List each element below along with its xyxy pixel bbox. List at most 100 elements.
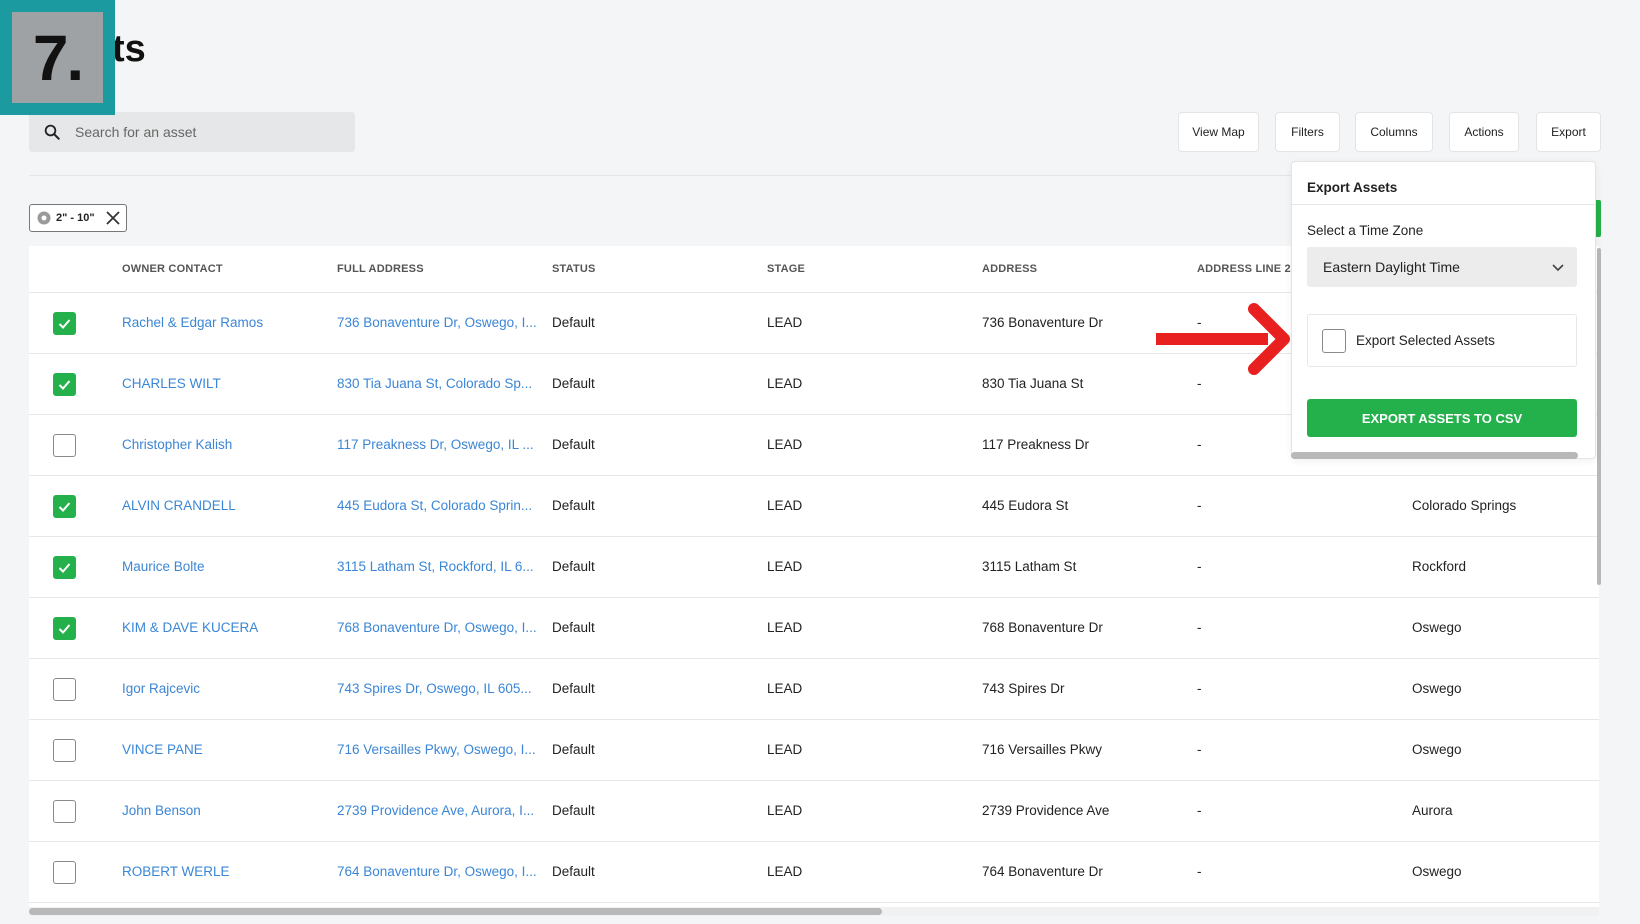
timezone-label: Select a Time Zone (1307, 223, 1424, 238)
checkmark-icon (58, 624, 71, 634)
checkmark-icon (58, 502, 71, 512)
actions-button[interactable]: Actions (1449, 112, 1519, 152)
row-checkbox[interactable] (53, 800, 76, 823)
table-row[interactable]: John Benson 2739 Providence Ave, Aurora, … (29, 781, 1599, 842)
export-panel-title: Export Assets (1307, 180, 1398, 195)
column-header-status[interactable]: STATUS (552, 263, 596, 275)
owner-contact-cell[interactable]: Maurice Bolte (122, 559, 205, 574)
checkmark-icon (58, 319, 71, 329)
full-address-cell[interactable]: 117 Preakness Dr, Oswego, IL ... (337, 437, 534, 452)
owner-contact-cell[interactable]: CHARLES WILT (122, 376, 221, 391)
red-arrow-icon (1156, 303, 1290, 375)
table-row[interactable]: Igor Rajcevic 743 Spires Dr, Oswego, IL 6… (29, 659, 1599, 720)
status-cell: Default (552, 437, 595, 452)
filter-tag-icon (37, 211, 51, 225)
address-cell: 736 Bonaventure Dr (982, 315, 1103, 330)
address-cell: 830 Tia Juana St (982, 376, 1084, 391)
row-checkbox[interactable] (53, 373, 76, 396)
table-row[interactable]: KIM & DAVE KUCERA 768 Bonaventure Dr, Osw… (29, 598, 1599, 659)
row-checkbox[interactable] (53, 617, 76, 640)
status-cell: Default (552, 681, 595, 696)
export-assets-panel: Export Assets Select a Time Zone Eastern… (1291, 161, 1596, 459)
full-address-cell[interactable]: 830 Tia Juana St, Colorado Sp... (337, 376, 532, 391)
address-line-2-cell: - (1197, 559, 1202, 574)
row-checkbox[interactable] (53, 739, 76, 762)
full-address-cell[interactable]: 764 Bonaventure Dr, Oswego, I... (337, 864, 537, 879)
row-checkbox[interactable] (53, 434, 76, 457)
close-icon[interactable] (104, 209, 122, 227)
full-address-cell[interactable]: 445 Eudora St, Colorado Sprin... (337, 498, 532, 513)
status-cell: Default (552, 742, 595, 757)
export-panel-divider (1292, 204, 1595, 205)
filter-chip[interactable]: 2" - 10" (29, 204, 127, 232)
column-header-full-address[interactable]: FULL ADDRESS (337, 263, 424, 275)
export-csv-button[interactable]: EXPORT ASSETS TO CSV (1307, 399, 1577, 437)
address-cell: 117 Preakness Dr (982, 437, 1090, 452)
stage-cell: LEAD (767, 559, 803, 574)
column-header-address[interactable]: ADDRESS (982, 263, 1037, 275)
search-input[interactable] (75, 124, 325, 140)
full-address-cell[interactable]: 2739 Providence Ave, Aurora, I... (337, 803, 534, 818)
stage-cell: LEAD (767, 681, 803, 696)
row-checkbox[interactable] (53, 495, 76, 518)
owner-contact-cell[interactable]: ROBERT WERLE (122, 864, 230, 879)
city-cell: Oswego (1412, 620, 1462, 635)
status-cell: Default (552, 864, 595, 879)
columns-button[interactable]: Columns (1355, 112, 1433, 152)
horizontal-scrollbar[interactable] (29, 908, 882, 915)
address-line-2-cell: - (1197, 376, 1202, 391)
filters-button[interactable]: Filters (1275, 112, 1340, 152)
address-cell: 445 Eudora St (982, 498, 1069, 513)
status-cell: Default (552, 559, 595, 574)
filter-chip-label: 2" - 10" (56, 212, 95, 224)
owner-contact-cell[interactable]: VINCE PANE (122, 742, 203, 757)
table-row[interactable]: ROBERT WERLE 764 Bonaventure Dr, Oswego, … (29, 842, 1599, 903)
address-cell: 3115 Latham St (982, 559, 1077, 574)
search-icon (44, 124, 60, 140)
address-line-2-cell: - (1197, 437, 1202, 452)
column-header-stage[interactable]: STAGE (767, 263, 805, 275)
owner-contact-cell[interactable]: ALVIN CRANDELL (122, 498, 236, 513)
status-cell: Default (552, 376, 595, 391)
row-checkbox[interactable] (53, 556, 76, 579)
stage-cell: LEAD (767, 376, 803, 391)
full-address-cell[interactable]: 3115 Latham St, Rockford, IL 6... (337, 559, 534, 574)
export-panel-scrollbar[interactable] (1291, 452, 1578, 459)
owner-contact-cell[interactable]: John Benson (122, 803, 201, 818)
full-address-cell[interactable]: 716 Versailles Pkwy, Oswego, I... (337, 742, 536, 757)
export-selected-option[interactable]: Export Selected Assets (1307, 314, 1577, 367)
column-header-owner-contact[interactable]: OWNER CONTACT (122, 263, 223, 275)
owner-contact-cell[interactable]: Igor Rajcevic (122, 681, 200, 696)
address-cell: 716 Versailles Pkwy (982, 742, 1103, 757)
owner-contact-cell[interactable]: KIM & DAVE KUCERA (122, 620, 258, 635)
row-checkbox[interactable] (53, 678, 76, 701)
stage-cell: LEAD (767, 864, 803, 879)
owner-contact-cell[interactable]: Rachel & Edgar Ramos (122, 315, 263, 330)
owner-contact-cell[interactable]: Christopher Kalish (122, 437, 232, 452)
toolbar-divider (29, 175, 1291, 176)
stage-cell: LEAD (767, 498, 803, 513)
column-header-address-line-2[interactable]: ADDRESS LINE 2 (1197, 263, 1291, 275)
city-cell: Oswego (1412, 681, 1462, 696)
full-address-cell[interactable]: 768 Bonaventure Dr, Oswego, I... (337, 620, 537, 635)
export-selected-checkbox[interactable] (1322, 328, 1346, 353)
table-row[interactable]: Maurice Bolte 3115 Latham St, Rockford, I… (29, 537, 1599, 598)
export-selected-label: Export Selected Assets (1356, 333, 1495, 348)
full-address-cell[interactable]: 743 Spires Dr, Oswego, IL 605... (337, 681, 532, 696)
row-checkbox[interactable] (53, 861, 76, 884)
address-line-2-cell: - (1197, 803, 1202, 818)
full-address-cell[interactable]: 736 Bonaventure Dr, Oswego, I... (337, 315, 537, 330)
page-title: ts (112, 28, 146, 70)
table-row[interactable]: VINCE PANE 716 Versailles Pkwy, Oswego, I… (29, 720, 1599, 781)
view-map-button[interactable]: View Map (1178, 112, 1259, 152)
address-cell: 768 Bonaventure Dr (982, 620, 1103, 635)
search-bar[interactable] (29, 112, 355, 152)
status-cell: Default (552, 620, 595, 635)
city-cell: Colorado Springs (1412, 498, 1517, 513)
timezone-select[interactable]: Eastern Daylight Time (1307, 247, 1577, 287)
vertical-scrollbar[interactable] (1597, 248, 1601, 585)
export-button[interactable]: Export (1536, 112, 1601, 152)
row-checkbox[interactable] (53, 312, 76, 335)
table-row[interactable]: ALVIN CRANDELL 445 Eudora St, Colorado Sp… (29, 476, 1599, 537)
address-cell: 743 Spires Dr (982, 681, 1065, 696)
